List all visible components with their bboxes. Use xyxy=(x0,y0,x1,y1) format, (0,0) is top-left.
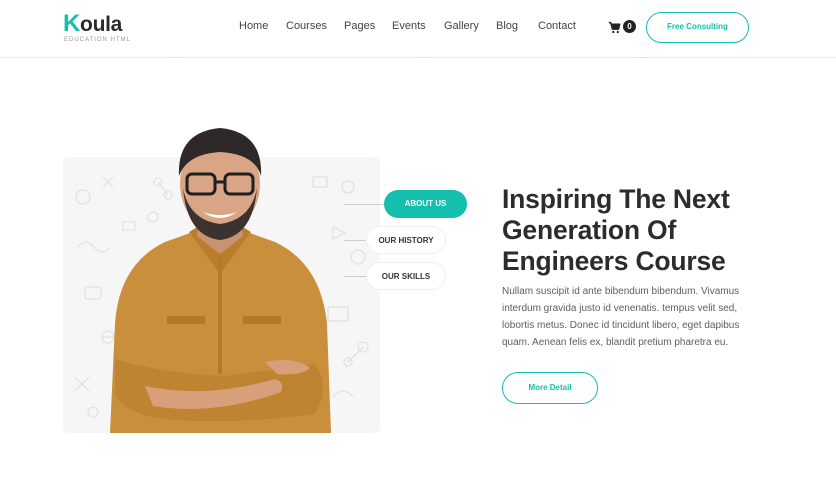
nav-home[interactable]: Home xyxy=(239,20,268,32)
tab-about-us[interactable]: ABOUT US xyxy=(384,190,467,218)
site-header: Koula EDUCATION HTML Home Courses Pages … xyxy=(0,0,836,58)
cart-count-badge: 0 xyxy=(623,20,636,33)
hero-title: Inspiring The Next Generation Of Enginee… xyxy=(502,184,822,277)
logo-tagline: EDUCATION HTML xyxy=(64,37,131,43)
tab-connector-line xyxy=(344,276,366,277)
header-divider-mark xyxy=(418,57,430,58)
nav-events[interactable]: Events xyxy=(392,20,426,32)
tab-connector-line xyxy=(344,240,366,241)
hero-title-line: Generation Of xyxy=(502,215,677,245)
tab-connector-line xyxy=(344,204,384,205)
nav-courses[interactable]: Courses xyxy=(286,20,327,32)
cart-button[interactable]: 0 xyxy=(608,20,636,36)
more-detail-button[interactable]: More Detail xyxy=(502,372,598,404)
hero-title-line: Inspiring The Next xyxy=(502,184,730,214)
nav-pages[interactable]: Pages xyxy=(344,20,375,32)
instructor-photo xyxy=(110,128,331,433)
header-divider-mark xyxy=(170,57,182,58)
hero-title-line: Engineers Course xyxy=(502,246,726,276)
nav-blog[interactable]: Blog xyxy=(496,20,518,32)
free-consulting-button[interactable]: Free Consulting xyxy=(646,12,749,43)
nav-gallery[interactable]: Gallery xyxy=(444,20,479,32)
shopping-cart-icon xyxy=(608,21,621,34)
header-divider-mark xyxy=(636,57,648,58)
nav-contact[interactable]: Contact xyxy=(538,20,576,32)
tab-our-skills[interactable]: OUR SKILLS xyxy=(366,262,446,290)
tab-our-history[interactable]: OUR HISTORY xyxy=(366,226,446,254)
hero-description: Nullam suscipit id ante bibendum bibendu… xyxy=(502,286,740,348)
